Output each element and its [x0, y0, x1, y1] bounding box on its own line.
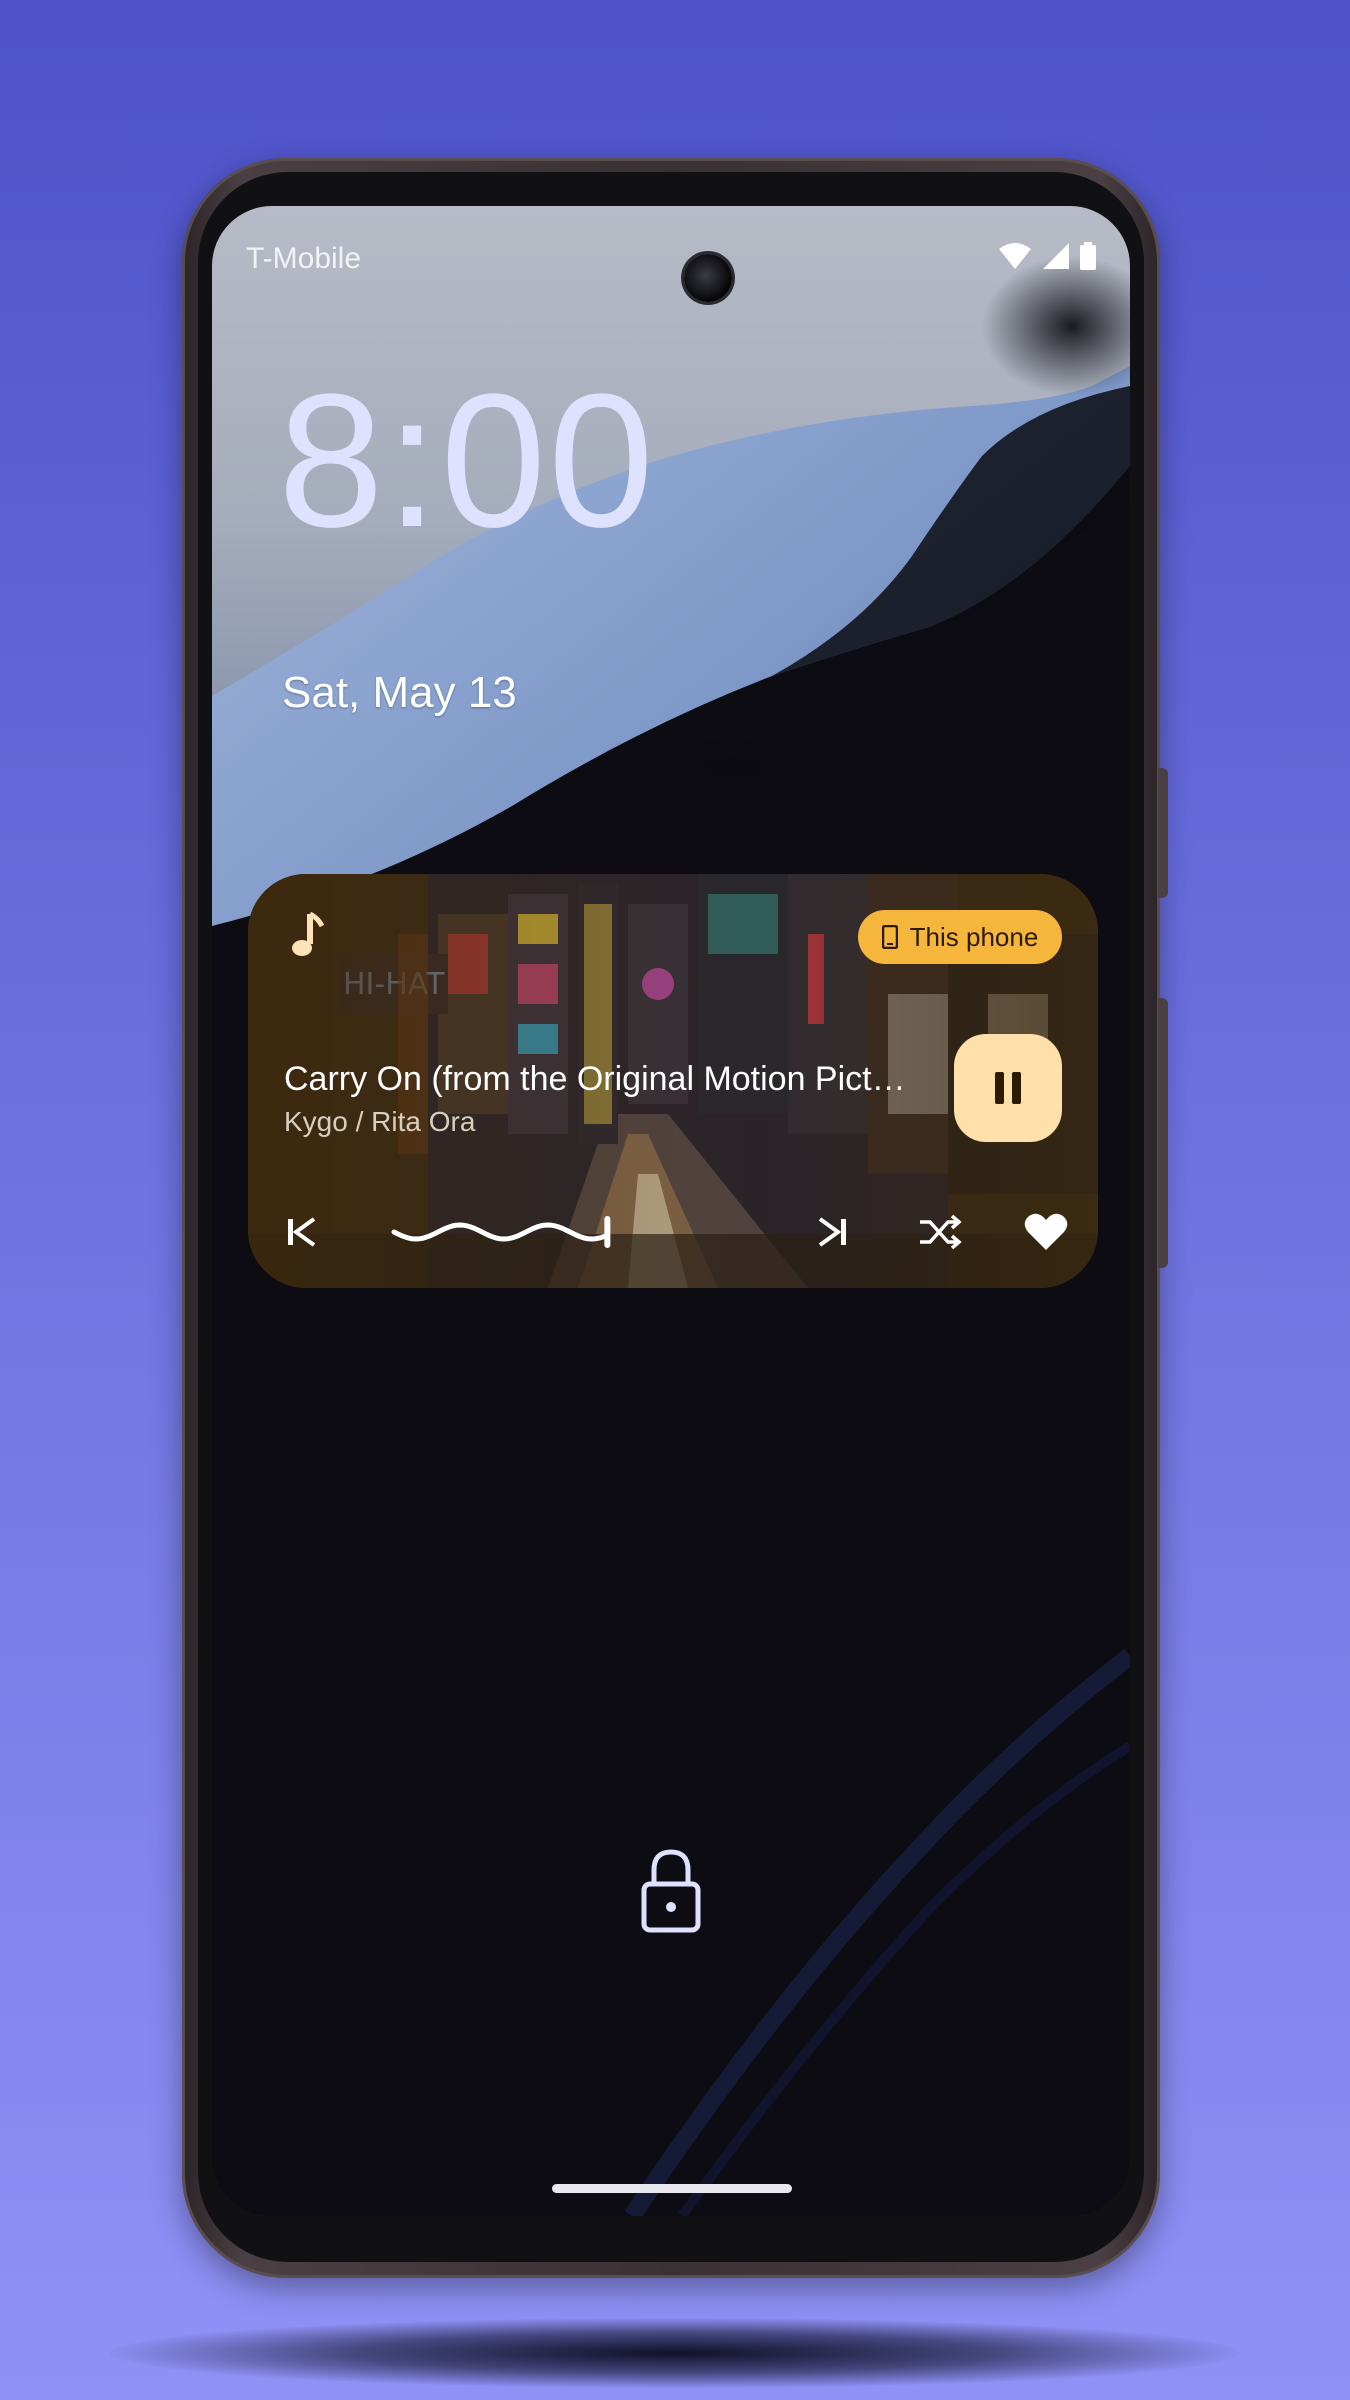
- lock-icon[interactable]: [636, 1846, 706, 1936]
- heart-icon: [1024, 1213, 1068, 1250]
- song-artist: Kygo / Rita Ora: [284, 1106, 476, 1137]
- lockscreen-date[interactable]: Sat, May 13: [282, 668, 517, 718]
- device-shadow: [110, 2318, 1240, 2388]
- favorite-button[interactable]: [1018, 1204, 1074, 1260]
- signal-icon: [1043, 243, 1069, 269]
- pause-button[interactable]: [954, 1034, 1062, 1142]
- lock-screen: T-Mobile 8:00 Sat, May 13 This phone Car…: [212, 206, 1130, 2216]
- phone-icon: [881, 925, 898, 949]
- music-note-icon: [292, 912, 325, 956]
- power-button: [1158, 768, 1168, 898]
- lockscreen-clock: 8:00: [278, 355, 656, 567]
- output-device-label: This phone: [909, 921, 1039, 952]
- output-device-chip[interactable]: This phone: [858, 910, 1062, 964]
- song-title: Carry On (from the Original Motion Pictu…: [284, 1060, 924, 1098]
- skip-next-button[interactable]: [804, 1204, 860, 1260]
- media-controls: [248, 1204, 1098, 1264]
- status-icons: [998, 242, 1096, 270]
- home-gesture-bar[interactable]: [552, 2184, 792, 2193]
- skip-previous-button[interactable]: [274, 1204, 330, 1260]
- skip-next-icon: [818, 1217, 846, 1247]
- media-player-card[interactable]: HI-HAT This phone Carry On (from the Ori…: [248, 874, 1098, 1288]
- volume-button: [1158, 998, 1168, 1268]
- shuffle-icon: [920, 1214, 962, 1250]
- shuffle-button[interactable]: [912, 1204, 968, 1260]
- skip-previous-icon: [288, 1217, 316, 1247]
- status-bar: T-Mobile: [246, 234, 1096, 302]
- seekbar-thumb[interactable]: [604, 1216, 611, 1248]
- battery-icon: [1080, 242, 1096, 270]
- front-camera: [684, 254, 732, 302]
- carrier-label: T-Mobile: [246, 242, 362, 275]
- pause-icon: [995, 1072, 1021, 1104]
- wifi-icon: [999, 243, 1031, 269]
- seekbar-played: [391, 1222, 609, 1242]
